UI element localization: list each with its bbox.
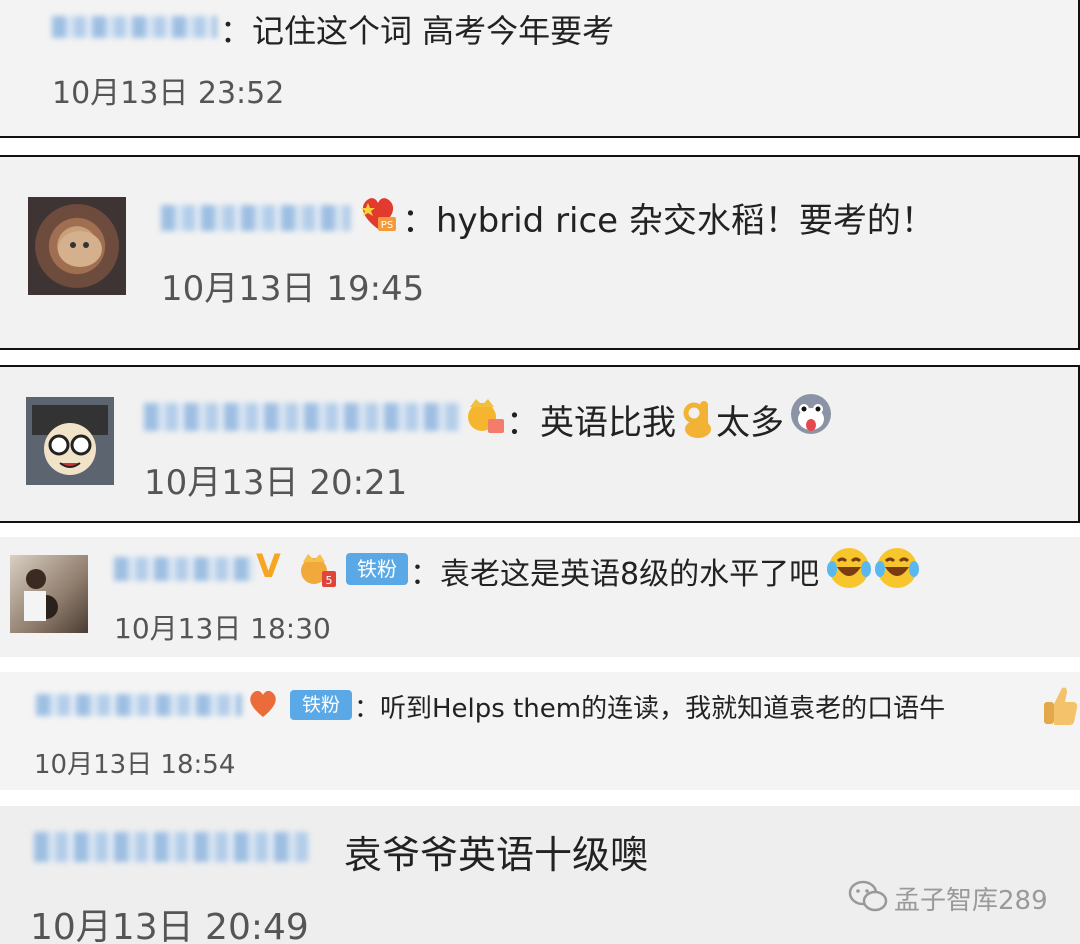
avatar-people-icon <box>24 569 58 621</box>
comment-card: 袁爷爷英语十级噢 10月13日 20:49 孟子智库289 <box>0 806 1080 944</box>
husky-face-icon <box>786 387 836 437</box>
ok-hand-icon <box>680 397 716 439</box>
avatar-dog-icon <box>58 231 102 267</box>
comment-card: PS ：hybrid rice 杂交水稻！要考的！ 10月13日 19:45 <box>0 155 1080 350</box>
avatar[interactable] <box>10 555 88 633</box>
level-number: 5 <box>326 574 333 587</box>
fan-badge: 铁粉 <box>290 690 352 720</box>
comment-time: 10月13日 20:21 <box>144 463 408 503</box>
comment-card: ：记住这个词 高考今年要考 10月13日 23:52 <box>0 0 1080 138</box>
username-blurred[interactable] <box>36 694 242 716</box>
comment-text-continued: 太多 <box>716 403 784 443</box>
username-blurred[interactable] <box>161 205 351 231</box>
username-blurred[interactable] <box>52 16 217 38</box>
medal-icon: PS <box>356 191 400 235</box>
comment-card: V 5 铁粉 ：袁老这是英语8级的水平了吧 10月13日 18:30 <box>0 537 1080 657</box>
laugh-cry-icon <box>826 545 872 591</box>
crown-medal-icon <box>464 393 508 437</box>
thumbs-up-icon[interactable] <box>1040 682 1080 728</box>
level-medal-icon: 5 <box>298 549 340 589</box>
username-blurred[interactable] <box>144 403 462 431</box>
username-blurred[interactable] <box>34 832 310 862</box>
username-blurred[interactable] <box>114 557 254 581</box>
wechat-icon <box>848 880 888 914</box>
laugh-cry-icon <box>874 545 920 591</box>
comment-time: 10月13日 23:52 <box>52 76 285 111</box>
medal-label: PS <box>381 220 393 231</box>
avatar[interactable] <box>28 197 126 295</box>
comment-text: ：hybrid rice 杂交水稻！要考的！ <box>402 201 935 241</box>
comment-text: ：听到Helps them的连读，我就知道袁老的口语牛 <box>354 694 946 724</box>
comment-text: ：英语比我 <box>506 403 676 443</box>
comment-card: 铁粉 ：听到Helps them的连读，我就知道袁老的口语牛 10月13日 18… <box>0 672 1080 790</box>
comment-time: 10月13日 20:49 <box>30 907 309 944</box>
watermark-text: 孟子智库289 <box>894 886 1048 916</box>
comment-text: 袁爷爷英语十级噢 <box>344 833 649 877</box>
avatar-cartoon-icon <box>32 405 108 475</box>
fan-badge: 铁粉 <box>346 553 408 585</box>
comment-time: 10月13日 18:30 <box>114 612 331 645</box>
verified-v-icon: V <box>256 547 281 585</box>
comment-time: 10月13日 19:45 <box>161 269 425 309</box>
comment-text: ：袁老这是英语8级的水平了吧 <box>410 557 820 592</box>
comment-card: ：英语比我 太多 10月13日 20:21 <box>0 365 1080 523</box>
medal-icon <box>244 684 282 722</box>
comment-text: ：记住这个词 高考今年要考 <box>220 12 615 50</box>
avatar[interactable] <box>26 397 114 485</box>
comment-time: 10月13日 18:54 <box>34 750 236 780</box>
